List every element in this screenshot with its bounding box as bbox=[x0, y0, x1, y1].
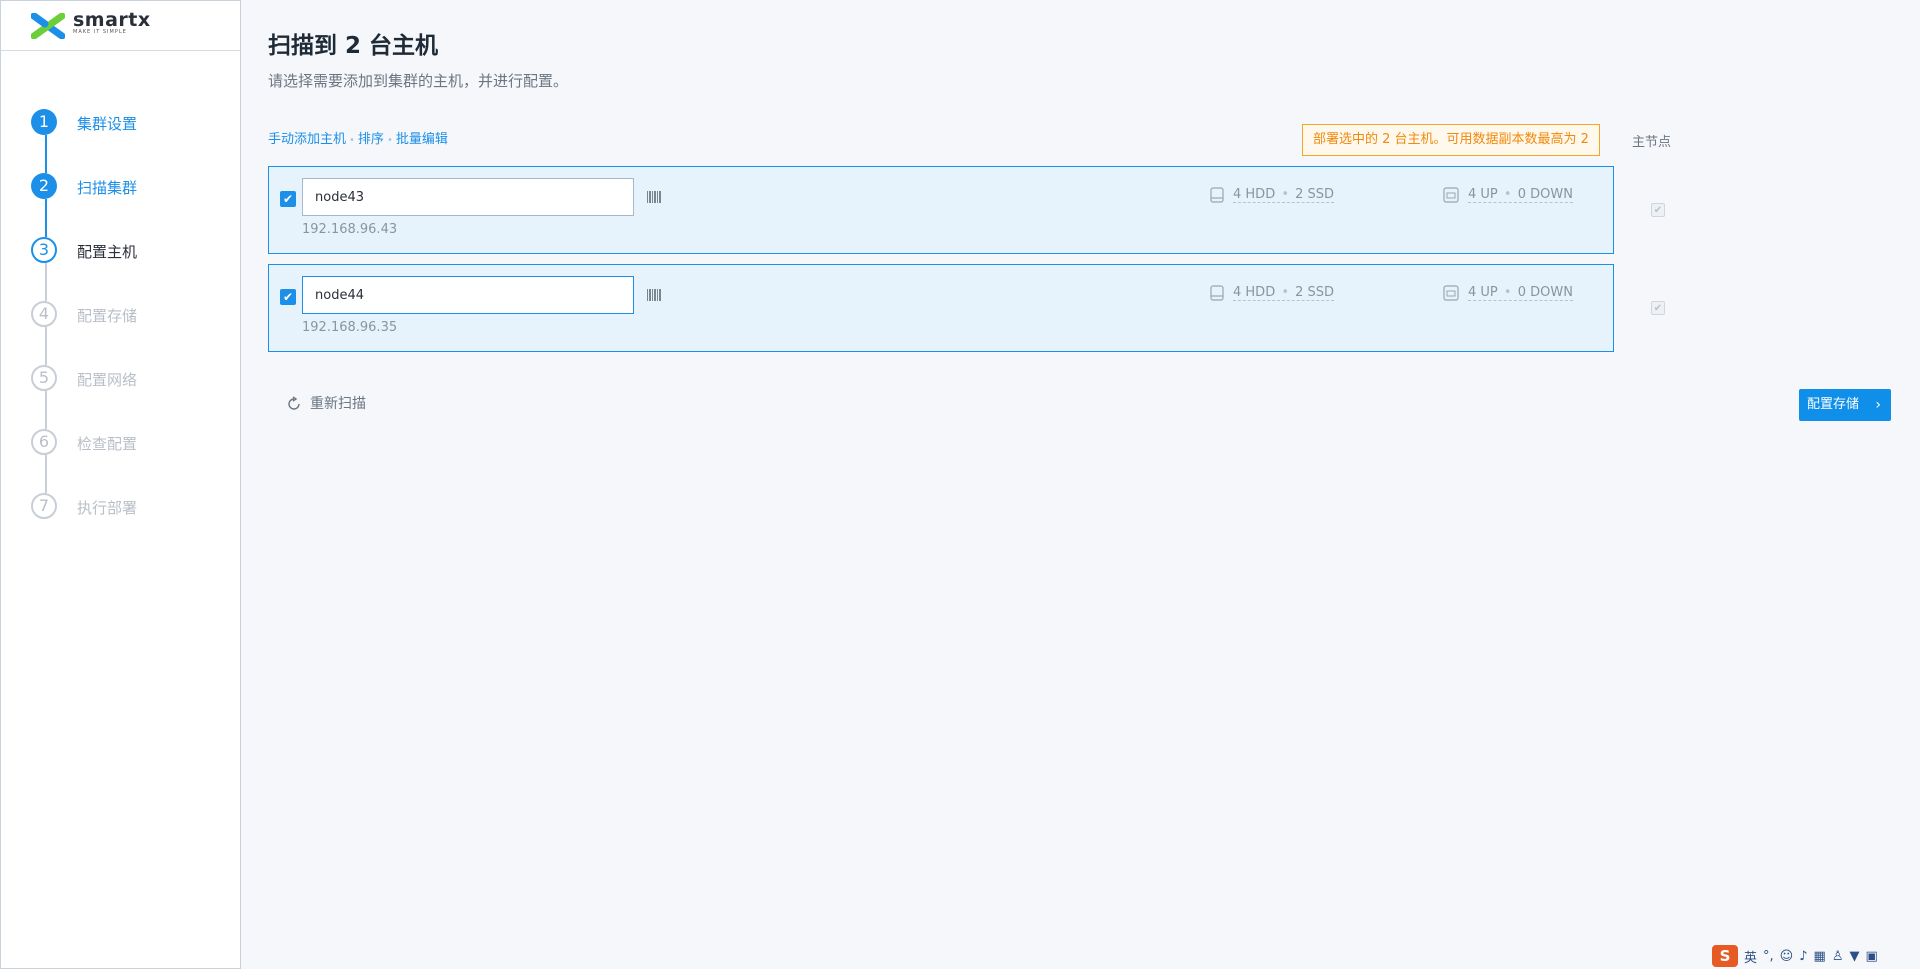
refresh-icon bbox=[288, 396, 300, 410]
step-number: 2 bbox=[31, 173, 57, 199]
microphone-icon[interactable]: ♪ bbox=[1799, 949, 1807, 964]
step-connector bbox=[45, 199, 47, 237]
network-port-icon bbox=[1443, 285, 1459, 301]
step-connector bbox=[45, 135, 47, 173]
step-number: 4 bbox=[31, 301, 57, 327]
nic-down-count: 0 DOWN bbox=[1517, 285, 1573, 300]
step-label: 配置存储 bbox=[77, 307, 138, 325]
sogou-ime-icon[interactable]: S bbox=[1712, 945, 1738, 967]
step-cluster-settings[interactable]: 1 集群设置 bbox=[31, 109, 231, 139]
sort-link[interactable]: 排序 bbox=[358, 132, 384, 147]
step-number: 7 bbox=[31, 493, 57, 519]
master-node-checkbox[interactable]: ✔ bbox=[1651, 203, 1665, 217]
page-subtitle: 请选择需要添加到集群的主机，并进行配置。 bbox=[268, 72, 569, 90]
host-select-checkbox[interactable]: ✔ bbox=[280, 289, 296, 305]
step-number: 1 bbox=[31, 109, 57, 135]
keyboard-icon[interactable]: ▦ bbox=[1814, 949, 1826, 964]
host-ip: 192.168.96.43 bbox=[302, 222, 398, 237]
disk-icon bbox=[1210, 285, 1224, 301]
rescan-label: 重新扫描 bbox=[310, 396, 366, 412]
step-label: 配置网络 bbox=[77, 371, 138, 389]
replica-warning-badge: 部署选中的 2 台主机。可用数据副本数最高为 2 bbox=[1302, 124, 1600, 156]
nic-up-count: 4 UP bbox=[1468, 187, 1498, 202]
next-configure-storage-button[interactable]: 配置存储 › bbox=[1799, 389, 1891, 421]
user-icon[interactable]: ♙ bbox=[1832, 949, 1844, 964]
separator-dot: • bbox=[1277, 187, 1294, 202]
step-review-config: 6 检查配置 bbox=[31, 429, 231, 459]
disk-summary[interactable]: 4 HDD • 2 SSD bbox=[1233, 285, 1335, 301]
step-number: 6 bbox=[31, 429, 57, 455]
ime-toolbar: S 英 °, ☺ ♪ ▦ ♙ ▼ ▣ bbox=[1712, 945, 1878, 967]
host-row: ✔ 192.168.96.35 4 HDD • 2 SSD 4 UP • 0 D… bbox=[268, 264, 1614, 352]
master-node-checkbox[interactable]: ✔ bbox=[1651, 301, 1665, 315]
hdd-count: 4 HDD bbox=[1233, 285, 1276, 300]
nic-summary[interactable]: 4 UP • 0 DOWN bbox=[1468, 285, 1573, 301]
barcode-icon[interactable] bbox=[647, 191, 661, 203]
hdd-count: 4 HDD bbox=[1233, 187, 1276, 202]
step-label: 扫描集群 bbox=[77, 179, 138, 197]
separator-dot: • bbox=[1499, 187, 1516, 202]
step-connector bbox=[45, 327, 47, 365]
smartx-logo-icon bbox=[31, 13, 65, 39]
logo-area: smartx MAKE IT SIMPLE bbox=[1, 1, 240, 51]
host-select-checkbox[interactable]: ✔ bbox=[280, 191, 296, 207]
step-label: 检查配置 bbox=[77, 435, 138, 453]
step-configure-network: 5 配置网络 bbox=[31, 365, 231, 395]
disk-icon bbox=[1210, 187, 1224, 203]
nic-up-count: 4 UP bbox=[1468, 285, 1498, 300]
step-configure-hosts[interactable]: 3 配置主机 bbox=[31, 237, 231, 267]
page-title: 扫描到 2 台主机 bbox=[268, 33, 439, 59]
step-label: 执行部署 bbox=[77, 499, 138, 517]
host-row: ✔ 192.168.96.43 4 HDD • 2 SSD 4 UP • 0 D… bbox=[268, 166, 1614, 254]
step-connector bbox=[45, 391, 47, 429]
barcode-icon[interactable] bbox=[647, 289, 661, 301]
emoji-icon[interactable]: ☺ bbox=[1780, 949, 1794, 964]
step-label: 集群设置 bbox=[77, 115, 138, 133]
step-deploy: 7 执行部署 bbox=[31, 493, 231, 523]
grid-menu-icon[interactable]: ▣ bbox=[1865, 949, 1877, 964]
ssd-count: 2 SSD bbox=[1295, 187, 1335, 202]
step-configure-storage: 4 配置存储 bbox=[31, 301, 231, 331]
network-port-icon bbox=[1443, 187, 1459, 203]
brand-name: smartx bbox=[73, 9, 151, 31]
step-label: 配置主机 bbox=[77, 243, 138, 261]
separator-dot: • bbox=[1499, 285, 1516, 300]
rescan-button[interactable]: 重新扫描 bbox=[286, 393, 366, 413]
nic-summary[interactable]: 4 UP • 0 DOWN bbox=[1468, 187, 1573, 203]
add-host-link[interactable]: 手动添加主机 bbox=[268, 132, 346, 147]
separator-dot: • bbox=[349, 135, 355, 146]
hostname-input[interactable] bbox=[302, 178, 634, 216]
step-scan-cluster[interactable]: 2 扫描集群 bbox=[31, 173, 231, 203]
step-connector bbox=[45, 455, 47, 493]
separator-dot: • bbox=[386, 135, 393, 146]
ime-language-toggle[interactable]: 英 bbox=[1744, 947, 1757, 966]
ssd-count: 2 SSD bbox=[1295, 285, 1335, 300]
brand-tagline: MAKE IT SIMPLE bbox=[73, 29, 127, 35]
skin-icon[interactable]: ▼ bbox=[1849, 949, 1859, 964]
step-number: 3 bbox=[31, 237, 57, 263]
next-button-label: 配置存储 bbox=[1807, 397, 1860, 412]
hostname-input[interactable] bbox=[302, 276, 634, 314]
punctuation-icon[interactable]: °, bbox=[1763, 949, 1774, 964]
nic-down-count: 0 DOWN bbox=[1517, 187, 1573, 202]
step-number: 5 bbox=[31, 365, 57, 391]
step-connector bbox=[45, 263, 47, 301]
batch-edit-link[interactable]: 批量编辑 bbox=[396, 132, 448, 147]
separator-dot: • bbox=[1277, 285, 1294, 300]
master-node-column-label: 主节点 bbox=[1632, 135, 1672, 150]
disk-summary[interactable]: 4 HDD • 2 SSD bbox=[1233, 187, 1335, 203]
host-actions: 手动添加主机 • 排序 • 批量编辑 bbox=[268, 128, 448, 147]
host-ip: 192.168.96.35 bbox=[302, 320, 398, 335]
chevron-right-icon: › bbox=[1875, 397, 1881, 413]
sidebar: smartx MAKE IT SIMPLE 1 集群设置 2 扫描集群 3 配置… bbox=[0, 0, 241, 969]
